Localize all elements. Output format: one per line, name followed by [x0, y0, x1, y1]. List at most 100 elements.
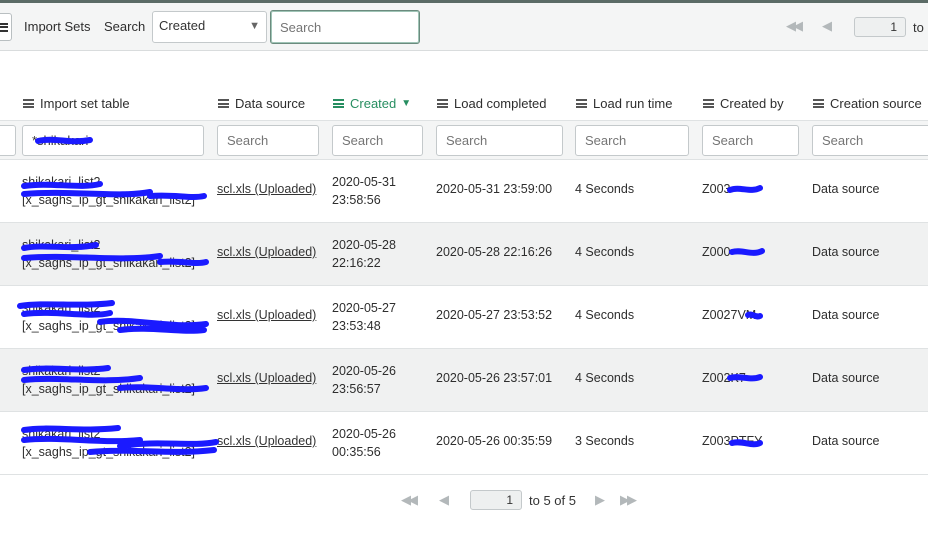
load-completed-cell: 2020-05-26 23:57:01 [436, 371, 553, 385]
data-source-link[interactable]: scl.xls (Uploaded) [217, 434, 316, 448]
toolbar-search-input[interactable] [270, 10, 420, 44]
creation-source-cell: Data source [812, 434, 880, 448]
previous-page-icon[interactable]: ◀ [822, 18, 832, 34]
creation-source-cell: Data source [812, 245, 880, 259]
column-header-load-completed[interactable]: Load completed [437, 96, 547, 111]
filter-input-creation-source[interactable] [812, 125, 928, 156]
created-date: 2020-05-26 [332, 364, 396, 378]
table-row[interactable]: shikakari_list2 [x_saghs_ip_gt_shikakari_… [0, 286, 928, 349]
created-time: 23:53:48 [332, 319, 381, 333]
next-page-icon[interactable]: ▶ [595, 492, 605, 508]
previous-page-icon[interactable]: ◀ [439, 492, 449, 508]
column-menu-icon[interactable] [218, 99, 229, 108]
column-header-created[interactable]: Created ▼ [333, 96, 411, 111]
import-set-table-cell[interactable]: shikakari_list2 [x_saghs_ip_gt_shikakari_… [22, 362, 195, 398]
table-row[interactable]: shikakari_list2 [x_saghs_ip_gt_shikakari_… [0, 349, 928, 412]
table-row[interactable]: shikakari_list2 [x_saghs_ip_gt_shikakari_… [0, 412, 928, 475]
table-name: shikakari_list2 [22, 238, 101, 252]
table-system-name: [x_saghs_ip_gt_shikakari_list2] [22, 382, 196, 396]
data-source-link[interactable]: scl.xls (Uploaded) [217, 308, 316, 322]
search-field-select[interactable]: Created ▼ [152, 11, 267, 43]
column-menu-icon[interactable] [23, 99, 34, 108]
table-name: shikakari_list2 [22, 427, 101, 441]
table-system-name: [x_saghs_ip_gt_shikakari_list2] [22, 193, 196, 207]
table-row[interactable]: shikakari_list2 [x_saghs_ip_gt_shikakari_… [0, 160, 928, 223]
pager-range-text: to 5 of 5 [529, 493, 576, 508]
first-page-icon[interactable]: ◀◀ [786, 18, 803, 34]
load-run-time-cell: 4 Seconds [575, 308, 635, 322]
creation-source-cell: Data source [812, 371, 880, 385]
column-header-import-set-table[interactable]: Import set table [23, 96, 130, 111]
column-label: Created by [720, 96, 784, 111]
column-label: Import set table [40, 96, 130, 111]
list-toolbar: Import Sets Search Created ▼ ◀◀ ◀ 1 to [0, 3, 928, 51]
last-page-icon[interactable]: ▶▶ [620, 492, 637, 508]
column-menu-icon[interactable] [576, 99, 587, 108]
created-cell: 2020-05-27 23:53:48 [332, 299, 396, 335]
load-run-time-cell: 4 Seconds [575, 371, 635, 385]
column-header-data-source[interactable]: Data source [218, 96, 305, 111]
created-time: 23:58:56 [332, 193, 381, 207]
column-menu-icon[interactable] [703, 99, 714, 108]
page-number-input[interactable]: 1 [854, 17, 906, 37]
created-date: 2020-05-31 [332, 175, 396, 189]
table-name: shikakari_list2 [22, 175, 101, 189]
page-number-input[interactable]: 1 [470, 490, 522, 510]
created-time: 22:16:22 [332, 256, 381, 270]
filter-input-load-run-time[interactable] [575, 125, 689, 156]
column-label: Load completed [454, 96, 547, 111]
column-label: Load run time [593, 96, 673, 111]
column-label: Data source [235, 96, 306, 111]
filter-input-load-completed[interactable] [436, 125, 563, 156]
load-run-time-cell: 4 Seconds [575, 245, 635, 259]
created-date: 2020-05-26 [332, 427, 396, 441]
created-by-cell: Z003PTFY [702, 434, 763, 448]
column-label: Creation source [830, 96, 922, 111]
created-date: 2020-05-27 [332, 301, 396, 315]
filter-input-checkbox-column[interactable] [0, 125, 16, 156]
column-header-load-run-time[interactable]: Load run time [576, 96, 673, 111]
load-completed-cell: 2020-05-31 23:59:00 [436, 182, 553, 196]
dropdown-caret-icon: ▼ [249, 20, 260, 32]
created-cell: 2020-05-31 23:58:56 [332, 173, 396, 209]
import-set-table-cell[interactable]: shikakari_list2 [x_saghs_ip_gt_shikakari_… [22, 236, 195, 272]
column-header-row: Import set table Data source Created ▼ L… [0, 90, 928, 118]
load-completed-cell: 2020-05-27 23:53:52 [436, 308, 553, 322]
table-row[interactable]: shikakari_list2 [x_saghs_ip_gt_shikakari_… [0, 223, 928, 286]
created-cell: 2020-05-28 22:16:22 [332, 236, 396, 272]
column-menu-icon[interactable] [333, 99, 344, 108]
filter-input-import-set-table[interactable]: *shikakari [22, 125, 204, 156]
table-system-name: [x_saghs_ip_gt_shikakari_list2] [22, 256, 196, 270]
column-menu-icon[interactable] [437, 99, 448, 108]
import-set-table-cell[interactable]: shikakari_list2 [x_saghs_ip_gt_shikakari_… [22, 173, 195, 209]
search-field-value: Created [159, 18, 206, 33]
created-by-cell: Z0027VM [702, 308, 757, 322]
created-cell: 2020-05-26 23:56:57 [332, 362, 396, 398]
creation-source-cell: Data source [812, 182, 880, 196]
import-set-table-cell[interactable]: shikakari_list2 [x_saghs_ip_gt_shikakari_… [22, 299, 195, 335]
import-set-table-cell[interactable]: shikakari_list2 [x_saghs_ip_gt_shikakari_… [22, 425, 195, 461]
table-name: shikakari_list2 [22, 301, 101, 315]
created-time: 23:56:57 [332, 382, 381, 396]
filter-input-created-by[interactable] [702, 125, 799, 156]
created-by-cell: Z000 [702, 245, 731, 259]
data-source-link[interactable]: scl.xls (Uploaded) [217, 182, 316, 196]
load-run-time-cell: 3 Seconds [575, 434, 635, 448]
created-by-cell: Z003 [702, 182, 731, 196]
data-source-link[interactable]: scl.xls (Uploaded) [217, 371, 316, 385]
created-by-cell: Z002K7 [702, 371, 746, 385]
load-completed-cell: 2020-05-28 22:16:26 [436, 245, 553, 259]
load-run-time-cell: 4 Seconds [575, 182, 635, 196]
data-source-link[interactable]: scl.xls (Uploaded) [217, 245, 316, 259]
column-header-created-by[interactable]: Created by [703, 96, 784, 111]
filter-input-data-source[interactable] [217, 125, 319, 156]
search-label: Search [104, 19, 146, 34]
load-completed-cell: 2020-05-26 00:35:59 [436, 434, 553, 448]
column-label: Created [350, 96, 397, 111]
created-time: 00:35:56 [332, 445, 381, 459]
list-context-menu-button[interactable] [0, 13, 12, 41]
first-page-icon[interactable]: ◀◀ [401, 492, 418, 508]
filter-input-created[interactable] [332, 125, 423, 156]
column-menu-icon[interactable] [813, 99, 824, 108]
column-header-creation-source[interactable]: Creation source [813, 96, 922, 111]
